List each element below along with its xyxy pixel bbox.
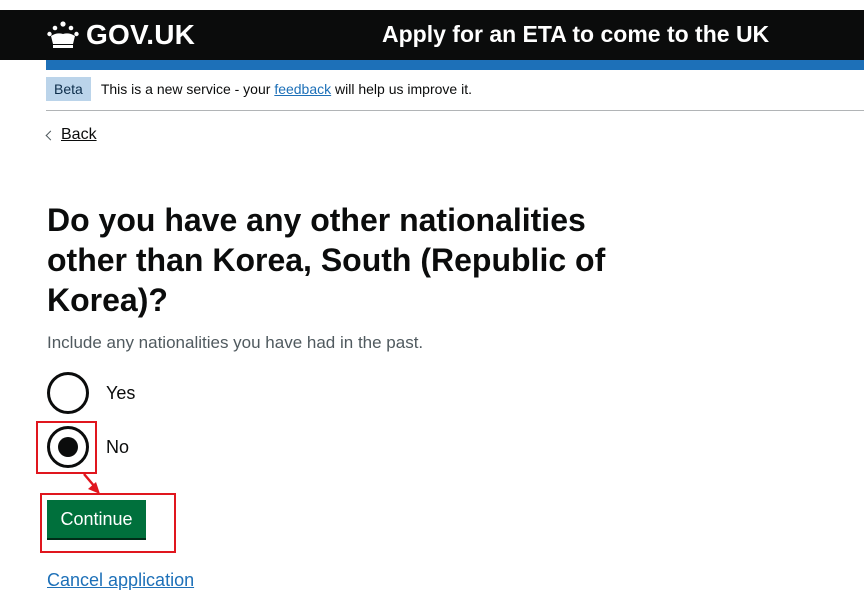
crown-icon [47, 21, 79, 48]
annotation-box-continue [40, 493, 176, 553]
beta-tag: Beta [46, 77, 91, 101]
radio-yes-label[interactable]: Yes [106, 383, 135, 404]
service-name[interactable]: Apply for an ETA to come to the UK [382, 21, 769, 48]
phase-text-before: This is a new service - your [100, 81, 275, 97]
chevron-left-icon [45, 130, 56, 141]
phase-text-after: will help us improve it. [331, 81, 472, 97]
cancel-application-link[interactable]: Cancel application [47, 570, 194, 591]
govuk-logo-link[interactable]: GOV.UK [46, 18, 195, 52]
radio-option-yes[interactable]: Yes [47, 372, 135, 414]
logo-text: GOV.UK [86, 19, 196, 50]
back-link-label: Back [61, 126, 97, 143]
feedback-link[interactable]: feedback [274, 81, 331, 97]
annotation-box-radio [36, 421, 97, 474]
hint-text: Include any nationalities you have had i… [47, 333, 424, 352]
phase-banner: Beta This is a new service - your feedba… [46, 77, 864, 111]
radio-yes[interactable] [47, 372, 89, 414]
page-heading: Do you have any other nationalities othe… [47, 202, 606, 318]
header-accent-bar [46, 60, 864, 70]
back-link[interactable]: Back [45, 126, 97, 144]
radio-no-label[interactable]: No [106, 437, 129, 458]
phase-banner-text: This is a new service - your feedback wi… [101, 77, 472, 101]
site-header: GOV.UK Apply for an ETA to come to the U… [0, 10, 864, 60]
top-strip [0, 0, 864, 10]
